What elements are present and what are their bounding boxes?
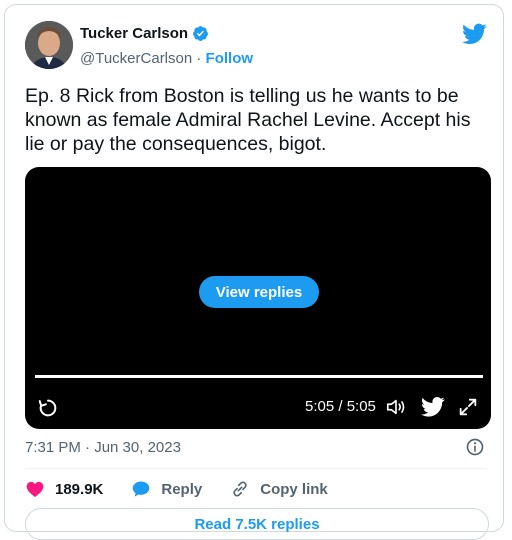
video-progress-fill [35, 375, 483, 378]
copy-link-label: Copy link [260, 480, 328, 498]
video-time-readout: 5:05 / 5:05 [305, 398, 376, 415]
link-icon [233, 481, 247, 497]
handle-separator: · [192, 50, 206, 67]
info-icon[interactable] [465, 437, 485, 457]
heart-icon [26, 481, 44, 497]
author-name-row[interactable]: Tucker Carlson [80, 25, 209, 42]
reply-bubble-icon [133, 481, 150, 497]
author-handle-row: @TuckerCarlson · Follow [80, 50, 253, 67]
volume-icon[interactable] [385, 396, 407, 418]
replay-icon[interactable] [37, 397, 59, 419]
follow-button[interactable]: Follow [206, 50, 254, 67]
reply-label: Reply [161, 480, 203, 498]
twitter-logo-icon[interactable] [462, 23, 487, 45]
read-replies-button[interactable]: Read 7.5K replies [25, 508, 489, 540]
twitter-bird-icon[interactable] [421, 397, 445, 417]
video-progress-bar[interactable] [35, 375, 483, 378]
tweet-card: Tucker Carlson @TuckerCarlson · Follow E… [4, 4, 504, 540]
tweet-actions: 189.9K Reply Copy link [25, 479, 356, 499]
divider [25, 468, 487, 469]
fullscreen-icon[interactable] [457, 396, 479, 418]
author-handle[interactable]: @TuckerCarlson [80, 50, 192, 67]
video-player[interactable]: View replies 5:05 / 5:05 [25, 167, 491, 429]
author-name[interactable]: Tucker Carlson [80, 25, 188, 42]
view-replies-button[interactable]: View replies [199, 276, 319, 308]
reply-button[interactable]: Reply [131, 479, 202, 499]
likes-count: 189.9K [55, 480, 104, 498]
verified-badge-icon [193, 26, 209, 41]
copy-link-button[interactable]: Copy link [230, 479, 328, 499]
like-button[interactable]: 189.9K [25, 479, 103, 499]
tweet-text: Ep. 8 Rick from Boston is telling us he … [25, 85, 471, 155]
author-avatar[interactable] [25, 21, 73, 69]
tweet-timestamp[interactable]: 7:31 PM · Jun 30, 2023 [25, 439, 181, 456]
